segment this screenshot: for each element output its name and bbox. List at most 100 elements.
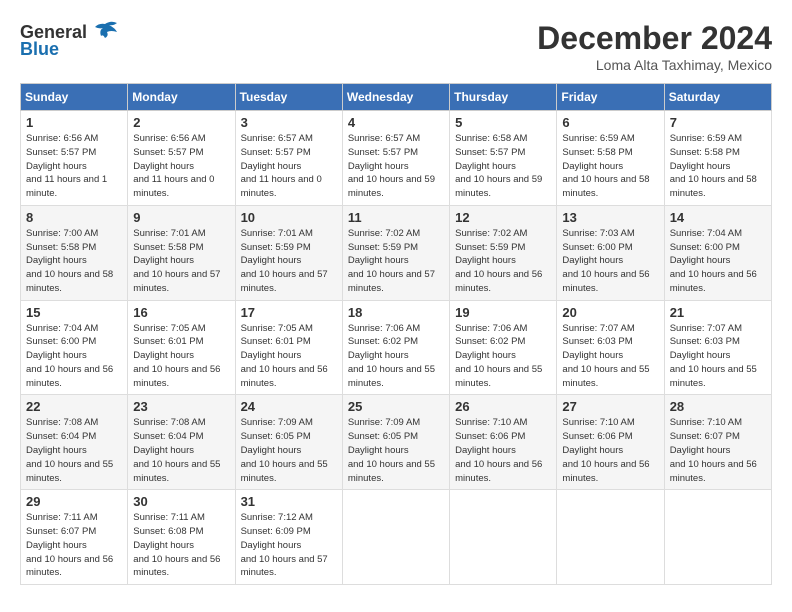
sunrise-label: Sunrise: 6:58 AM	[455, 133, 527, 144]
calendar-cell: 19 Sunrise: 7:06 AM Sunset: 6:02 PM Dayl…	[450, 300, 557, 395]
day-info: Sunrise: 7:11 AM Sunset: 6:07 PM Dayligh…	[26, 511, 122, 580]
sunset-label: Sunset: 5:59 PM	[241, 242, 311, 253]
sunset-label: Sunset: 6:03 PM	[562, 336, 632, 347]
daylight-duration: and 10 hours and 55 minutes.	[562, 364, 649, 389]
day-info: Sunrise: 7:02 AM Sunset: 5:59 PM Dayligh…	[348, 227, 444, 296]
day-number: 12	[455, 210, 551, 225]
day-number: 2	[133, 115, 229, 130]
sunrise-label: Sunrise: 7:07 AM	[670, 323, 742, 334]
sunset-label: Sunset: 5:58 PM	[670, 147, 740, 158]
calendar-cell: 15 Sunrise: 7:04 AM Sunset: 6:00 PM Dayl…	[21, 300, 128, 395]
daylight-duration: and 10 hours and 57 minutes.	[348, 269, 435, 294]
day-number: 21	[670, 305, 766, 320]
day-number: 28	[670, 399, 766, 414]
calendar-header-thursday: Thursday	[450, 84, 557, 111]
calendar-cell: 22 Sunrise: 7:08 AM Sunset: 6:04 PM Dayl…	[21, 395, 128, 490]
sunset-label: Sunset: 6:01 PM	[241, 336, 311, 347]
calendar-cell: 29 Sunrise: 7:11 AM Sunset: 6:07 PM Dayl…	[21, 490, 128, 585]
daylight-duration: and 10 hours and 56 minutes.	[133, 554, 220, 579]
daylight-duration: and 10 hours and 58 minutes.	[26, 269, 113, 294]
calendar-cell: 18 Sunrise: 7:06 AM Sunset: 6:02 PM Dayl…	[342, 300, 449, 395]
daylight-duration: and 10 hours and 56 minutes.	[241, 364, 328, 389]
sunset-label: Sunset: 6:05 PM	[348, 431, 418, 442]
daylight-duration: and 10 hours and 58 minutes.	[562, 174, 649, 199]
sunset-label: Sunset: 5:58 PM	[562, 147, 632, 158]
sunrise-label: Sunrise: 7:06 AM	[348, 323, 420, 334]
calendar-cell: 28 Sunrise: 7:10 AM Sunset: 6:07 PM Dayl…	[664, 395, 771, 490]
day-info: Sunrise: 6:56 AM Sunset: 5:57 PM Dayligh…	[133, 132, 229, 201]
day-info: Sunrise: 7:08 AM Sunset: 6:04 PM Dayligh…	[26, 416, 122, 485]
day-number: 20	[562, 305, 658, 320]
sunrise-label: Sunrise: 7:11 AM	[133, 512, 205, 523]
calendar-week-row: 22 Sunrise: 7:08 AM Sunset: 6:04 PM Dayl…	[21, 395, 772, 490]
daylight-label: Daylight hours	[562, 350, 623, 361]
daylight-duration: and 10 hours and 56 minutes.	[670, 459, 757, 484]
day-info: Sunrise: 7:10 AM Sunset: 6:07 PM Dayligh…	[670, 416, 766, 485]
daylight-duration: and 10 hours and 55 minutes.	[26, 459, 113, 484]
calendar-cell: 17 Sunrise: 7:05 AM Sunset: 6:01 PM Dayl…	[235, 300, 342, 395]
logo-bird-icon	[91, 20, 119, 45]
sunset-label: Sunset: 6:00 PM	[670, 242, 740, 253]
sunset-label: Sunset: 6:02 PM	[455, 336, 525, 347]
day-info: Sunrise: 7:06 AM Sunset: 6:02 PM Dayligh…	[348, 322, 444, 391]
daylight-label: Daylight hours	[562, 255, 623, 266]
daylight-label: Daylight hours	[26, 445, 87, 456]
calendar-week-row: 15 Sunrise: 7:04 AM Sunset: 6:00 PM Dayl…	[21, 300, 772, 395]
day-info: Sunrise: 7:05 AM Sunset: 6:01 PM Dayligh…	[133, 322, 229, 391]
calendar-cell: 11 Sunrise: 7:02 AM Sunset: 5:59 PM Dayl…	[342, 205, 449, 300]
calendar-cell: 27 Sunrise: 7:10 AM Sunset: 6:06 PM Dayl…	[557, 395, 664, 490]
sunset-label: Sunset: 6:06 PM	[455, 431, 525, 442]
sunrise-label: Sunrise: 7:00 AM	[26, 228, 98, 239]
day-info: Sunrise: 6:59 AM Sunset: 5:58 PM Dayligh…	[670, 132, 766, 201]
daylight-label: Daylight hours	[455, 350, 516, 361]
daylight-label: Daylight hours	[670, 255, 731, 266]
daylight-duration: and 10 hours and 55 minutes.	[133, 459, 220, 484]
daylight-duration: and 11 hours and 0 minutes.	[241, 174, 322, 199]
daylight-label: Daylight hours	[133, 161, 194, 172]
day-number: 8	[26, 210, 122, 225]
daylight-duration: and 10 hours and 56 minutes.	[26, 554, 113, 579]
sunset-label: Sunset: 5:58 PM	[26, 242, 96, 253]
day-info: Sunrise: 6:58 AM Sunset: 5:57 PM Dayligh…	[455, 132, 551, 201]
sunrise-label: Sunrise: 7:04 AM	[26, 323, 98, 334]
calendar-header-sunday: Sunday	[21, 84, 128, 111]
day-number: 16	[133, 305, 229, 320]
sunset-label: Sunset: 6:00 PM	[562, 242, 632, 253]
day-info: Sunrise: 6:57 AM Sunset: 5:57 PM Dayligh…	[348, 132, 444, 201]
sunrise-label: Sunrise: 7:10 AM	[562, 417, 634, 428]
daylight-label: Daylight hours	[348, 445, 409, 456]
calendar-cell: 4 Sunrise: 6:57 AM Sunset: 5:57 PM Dayli…	[342, 111, 449, 206]
day-number: 25	[348, 399, 444, 414]
sunset-label: Sunset: 6:09 PM	[241, 526, 311, 537]
daylight-duration: and 10 hours and 59 minutes.	[455, 174, 542, 199]
day-number: 13	[562, 210, 658, 225]
sunrise-label: Sunrise: 7:02 AM	[348, 228, 420, 239]
daylight-label: Daylight hours	[348, 350, 409, 361]
logo: General Blue	[20, 20, 119, 60]
day-number: 7	[670, 115, 766, 130]
calendar-cell: 2 Sunrise: 6:56 AM Sunset: 5:57 PM Dayli…	[128, 111, 235, 206]
sunset-label: Sunset: 5:59 PM	[348, 242, 418, 253]
daylight-label: Daylight hours	[670, 161, 731, 172]
daylight-duration: and 10 hours and 57 minutes.	[241, 554, 328, 579]
day-info: Sunrise: 7:00 AM Sunset: 5:58 PM Dayligh…	[26, 227, 122, 296]
day-number: 6	[562, 115, 658, 130]
sunrise-label: Sunrise: 6:56 AM	[133, 133, 205, 144]
calendar-cell: 16 Sunrise: 7:05 AM Sunset: 6:01 PM Dayl…	[128, 300, 235, 395]
sunset-label: Sunset: 6:05 PM	[241, 431, 311, 442]
sunset-label: Sunset: 5:57 PM	[455, 147, 525, 158]
daylight-duration: and 10 hours and 58 minutes.	[670, 174, 757, 199]
calendar-cell: 14 Sunrise: 7:04 AM Sunset: 6:00 PM Dayl…	[664, 205, 771, 300]
calendar-cell: 9 Sunrise: 7:01 AM Sunset: 5:58 PM Dayli…	[128, 205, 235, 300]
sunset-label: Sunset: 6:07 PM	[26, 526, 96, 537]
day-info: Sunrise: 6:57 AM Sunset: 5:57 PM Dayligh…	[241, 132, 337, 201]
sunrise-label: Sunrise: 7:11 AM	[26, 512, 98, 523]
daylight-duration: and 10 hours and 55 minutes.	[348, 459, 435, 484]
calendar-cell: 31 Sunrise: 7:12 AM Sunset: 6:09 PM Dayl…	[235, 490, 342, 585]
day-number: 14	[670, 210, 766, 225]
sunset-label: Sunset: 5:57 PM	[241, 147, 311, 158]
calendar-cell: 23 Sunrise: 7:08 AM Sunset: 6:04 PM Dayl…	[128, 395, 235, 490]
sunset-label: Sunset: 6:02 PM	[348, 336, 418, 347]
daylight-label: Daylight hours	[241, 445, 302, 456]
day-info: Sunrise: 7:11 AM Sunset: 6:08 PM Dayligh…	[133, 511, 229, 580]
